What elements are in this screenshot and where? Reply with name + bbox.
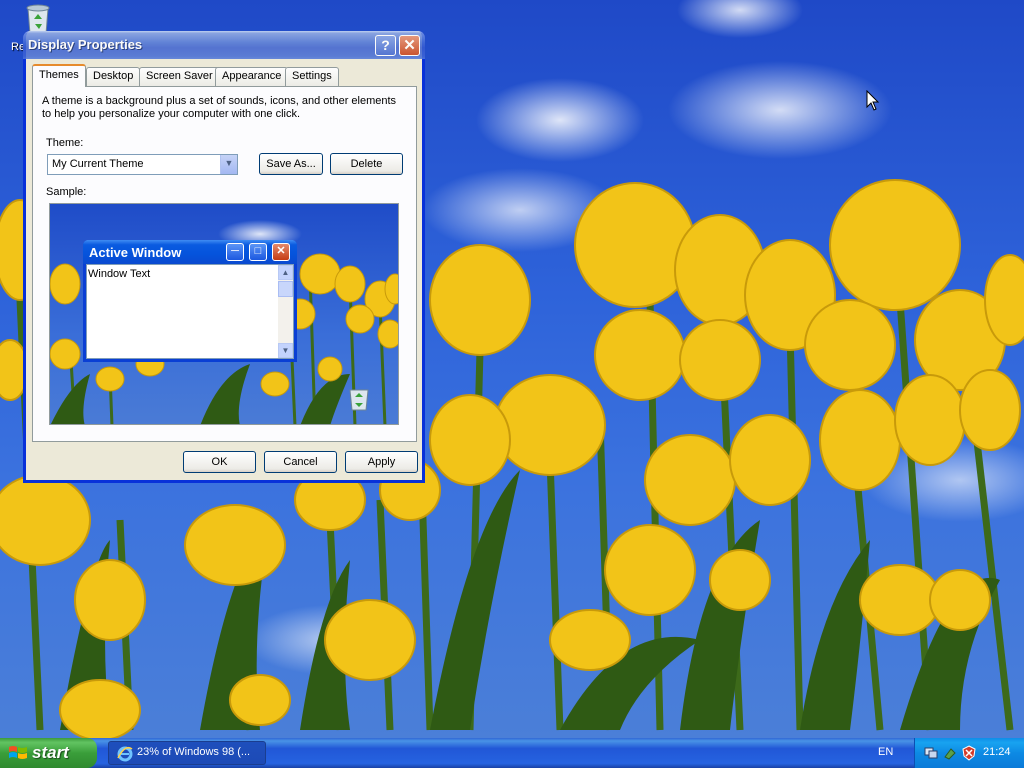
recycle-bin-icon — [349, 389, 369, 411]
sample-active-window: Active Window ─ □ ✕ Window Text ▲ ▼ — [83, 240, 297, 362]
taskbar: start 23% of Windows 98 (... EN 21:24 — [0, 738, 1024, 768]
scroll-up-icon: ▲ — [278, 265, 293, 280]
safely-remove-hardware-icon[interactable] — [942, 745, 958, 761]
chevron-down-icon[interactable]: ▼ — [220, 155, 237, 174]
scroll-down-icon: ▼ — [278, 343, 293, 358]
display-properties-window: Display Properties ? ✕ Themes Desktop Sc… — [23, 31, 425, 483]
delete-button[interactable]: Delete — [330, 153, 403, 175]
internet-explorer-icon — [117, 746, 133, 762]
mouse-cursor-icon — [866, 90, 880, 111]
start-label: start — [32, 743, 69, 762]
language-indicator[interactable]: EN — [878, 746, 893, 758]
maximize-icon: □ — [249, 243, 267, 261]
sample-scrollbar: ▲ ▼ — [278, 265, 293, 358]
tab-screen-saver[interactable]: Screen Saver — [139, 67, 220, 86]
theme-description: A theme is a background plus a set of so… — [42, 95, 397, 120]
theme-dropdown-value: My Current Theme — [52, 158, 144, 170]
sample-label: Sample: — [46, 186, 87, 198]
cancel-button[interactable]: Cancel — [264, 451, 337, 473]
window-title: Display Properties — [28, 37, 143, 52]
tab-settings[interactable]: Settings — [285, 67, 339, 86]
network-icon[interactable] — [923, 745, 939, 761]
ok-button[interactable]: OK — [183, 451, 256, 473]
windows-logo-icon — [9, 746, 27, 759]
theme-label: Theme: — [46, 137, 84, 149]
tab-themes[interactable]: Themes — [32, 64, 86, 87]
minimize-icon: ─ — [226, 243, 244, 261]
taskbar-button-ie[interactable]: 23% of Windows 98 (... — [108, 741, 266, 765]
title-bar[interactable]: Display Properties ? ✕ — [23, 31, 425, 59]
tab-appearance[interactable]: Appearance — [215, 67, 289, 86]
close-icon: ✕ — [272, 243, 290, 261]
scroll-thumb — [278, 281, 293, 297]
save-as-button[interactable]: Save As... — [259, 153, 323, 175]
tab-desktop[interactable]: Desktop — [86, 67, 141, 86]
help-button[interactable]: ? — [375, 35, 396, 56]
security-center-icon[interactable] — [961, 745, 977, 761]
taskbar-button-label: 23% of Windows 98 (... — [137, 746, 251, 758]
sample-window-text: Window Text — [88, 268, 151, 280]
apply-button[interactable]: Apply — [345, 451, 418, 473]
theme-sample-preview: Active Window ─ □ ✕ Window Text ▲ ▼ — [49, 203, 399, 425]
start-button[interactable]: start — [0, 738, 97, 768]
clock[interactable]: 21:24 — [983, 746, 1011, 758]
sample-window-body: Window Text ▲ ▼ — [86, 264, 294, 359]
system-tray: 21:24 — [914, 738, 1024, 768]
theme-dropdown[interactable]: My Current Theme ▼ — [47, 154, 238, 175]
desktop-icon-label: Re — [11, 41, 24, 53]
close-button[interactable]: ✕ — [399, 35, 420, 56]
